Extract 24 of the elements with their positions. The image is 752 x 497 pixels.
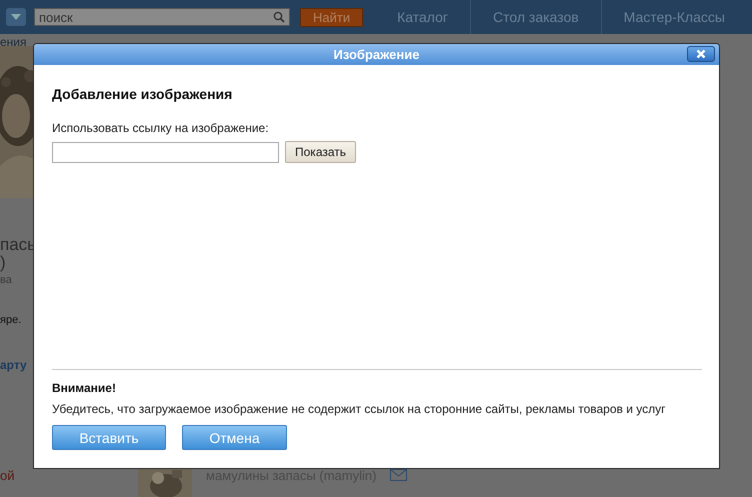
- cancel-button[interactable]: Отмена: [182, 425, 287, 450]
- nav-link[interactable]: Стол заказов: [470, 0, 601, 34]
- warning-text: Убедитесь, что загружаемое изображение не содержит ссылок на сторонние сайты, рекламы товаров и услуг: [52, 402, 666, 416]
- breadcrumb-link[interactable]: ения: [0, 36, 27, 49]
- show-button[interactable]: Показать: [285, 141, 356, 163]
- close-icon[interactable]: [696, 49, 706, 59]
- profile-link[interactable]: арту: [0, 358, 27, 372]
- dialog-title: Изображение: [334, 47, 420, 62]
- warning-title: Внимание!: [52, 381, 117, 395]
- caret-icon[interactable]: [11, 14, 21, 20]
- title-text: ): [0, 254, 6, 272]
- dialog-heading: Добавление изображения: [52, 86, 234, 102]
- search-icon[interactable]: [273, 11, 285, 23]
- url-field[interactable]: [52, 142, 279, 162]
- close-button[interactable]: [687, 46, 715, 62]
- search-field[interactable]: поиск: [34, 8, 290, 26]
- alert-link[interactable]: ой: [0, 468, 14, 483]
- field-label: Использовать ссылку на изображение:: [52, 121, 270, 135]
- nav-link[interactable]: Каталог: [375, 0, 470, 34]
- menu-button[interactable]: [6, 8, 26, 26]
- nav-link[interactable]: Мастер-Классы: [600, 0, 747, 34]
- insert-button[interactable]: Вставить: [52, 425, 166, 450]
- body-text: яре.: [0, 314, 22, 326]
- search-button[interactable]: Найти: [300, 8, 364, 26]
